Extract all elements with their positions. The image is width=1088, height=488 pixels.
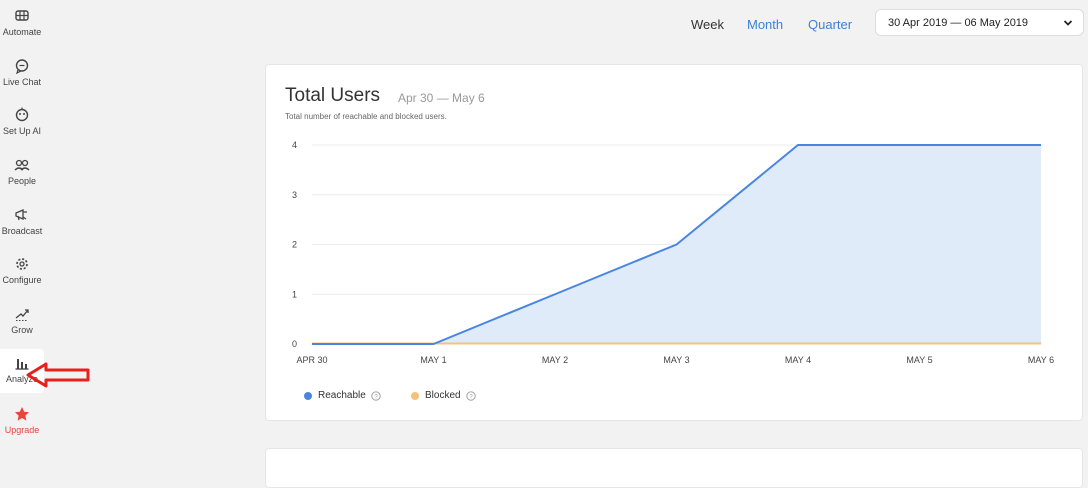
x-tick-label: MAY 3 [663,355,689,365]
grow-icon [15,309,29,321]
chat-bubble-icon [15,59,29,74]
y-tick-label: 4 [292,140,297,150]
sidebar-item-label: Upgrade [4,425,40,435]
help-icon[interactable]: ? [465,390,476,401]
red-arrow-annotation [26,362,90,388]
reachable-legend-dot [304,391,312,400]
period-quarter-tab[interactable]: Quarter [808,17,852,32]
y-tick-label: 3 [292,190,297,200]
total-users-card: Total Users Apr 30 — May 6 Total number … [265,64,1083,421]
help-icon[interactable]: ? [371,390,381,401]
total-users-chart: 0 1 2 3 4 APR 30 MAY 1 MAY 2 MAY 3 MAY 4 MAY 5 MAY … [292,140,1054,365]
sidebar-item-upgrade[interactable]: Upgrade [0,406,44,452]
sidebar-item-automate[interactable]: Automate [0,8,44,54]
legend-item-reachable[interactable]: Reachable ? [304,390,381,401]
secondary-card [265,448,1083,488]
sidebar-item-people[interactable]: People [0,157,44,203]
y-tick-label: 1 [292,289,297,299]
chevron-down-icon [1063,19,1073,26]
sidebar-item-configure[interactable]: Configure [0,256,44,302]
sidebar-item-label: Set Up AI [2,126,42,136]
gear-icon [16,258,28,270]
people-icon [14,159,30,171]
sidebar-item-grow[interactable]: Grow [0,306,44,352]
sidebar-item-live-chat[interactable]: Live Chat [0,58,44,104]
sidebar-item-label: Grow [11,325,33,335]
y-tick-label: 0 [292,339,297,349]
x-tick-label: MAY 6 [1028,355,1054,365]
legend-label: Blocked [425,390,461,401]
sidebar-item-label: Broadcast [1,226,43,236]
x-tick-label: MAY 1 [420,355,446,365]
megaphone-icon [15,209,27,221]
y-tick-label: 2 [292,240,297,250]
blocked-legend-dot [411,391,419,400]
sidebar-item-broadcast[interactable]: Broadcast [0,207,44,253]
star-icon [15,407,29,421]
x-tick-label: APR 30 [296,355,327,365]
ai-icon [15,107,29,122]
sidebar-item-set-up-ai[interactable]: Set Up AI [0,107,44,153]
legend-label: Reachable [318,390,366,401]
x-tick-label: MAY 2 [542,355,568,365]
sidebar-item-label: Automate [2,27,42,37]
date-range-value: 30 Apr 2019 — 06 May 2019 [888,16,1029,29]
x-tick-label: MAY 5 [906,355,932,365]
sidebar-item-label: People [7,176,37,186]
automate-icon [15,10,29,21]
x-tick-label: MAY 4 [785,355,811,365]
sidebar-item-label: Live Chat [2,77,42,87]
legend-item-blocked[interactable]: Blocked ? [411,390,476,401]
date-range-select[interactable]: 30 Apr 2019 — 06 May 2019 [875,9,1084,36]
sidebar-item-label: Configure [2,275,42,285]
period-month-tab[interactable]: Month [747,17,783,32]
period-week-tab[interactable]: Week [691,17,724,32]
